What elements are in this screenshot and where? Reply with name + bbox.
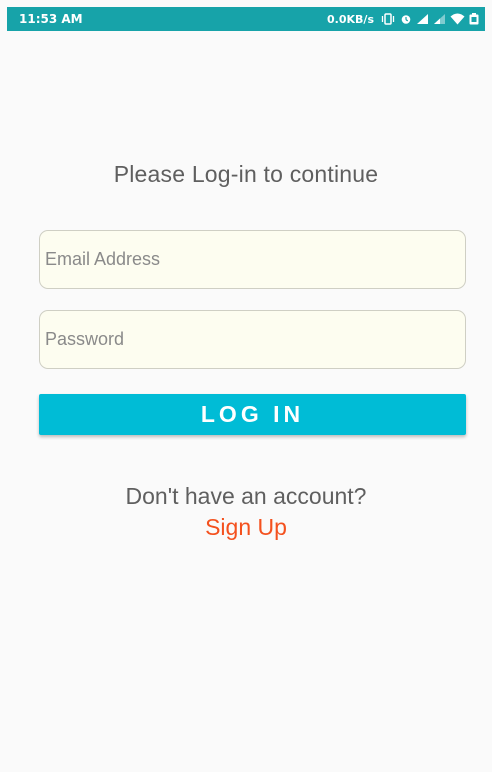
login-screen: Please Log-in to continue LOG IN Don't h… [0, 31, 492, 772]
status-icons: 0.0KB/s [327, 13, 479, 26]
login-button[interactable]: LOG IN [39, 394, 466, 435]
wifi-icon [450, 13, 465, 25]
net-speed: 0.0KB/s [327, 12, 374, 26]
alarm-icon [400, 13, 412, 25]
status-bar: 11:53 AM 0.0KB/s [7, 7, 485, 31]
signal-weak-icon [433, 13, 446, 25]
phone-screen: 11:53 AM 0.0KB/s Please Log-in to contin… [0, 0, 492, 772]
password-field[interactable] [39, 310, 466, 369]
status-time: 11:53 AM [19, 12, 83, 26]
email-field[interactable] [39, 230, 466, 289]
page-title: Please Log-in to continue [113, 161, 379, 187]
signal-icon [416, 13, 429, 25]
vibrate-icon [380, 13, 396, 25]
signup-prompt: Don't have an account? [125, 483, 367, 509]
battery-icon [469, 13, 479, 25]
signup-link[interactable]: Sign Up [0, 514, 492, 541]
